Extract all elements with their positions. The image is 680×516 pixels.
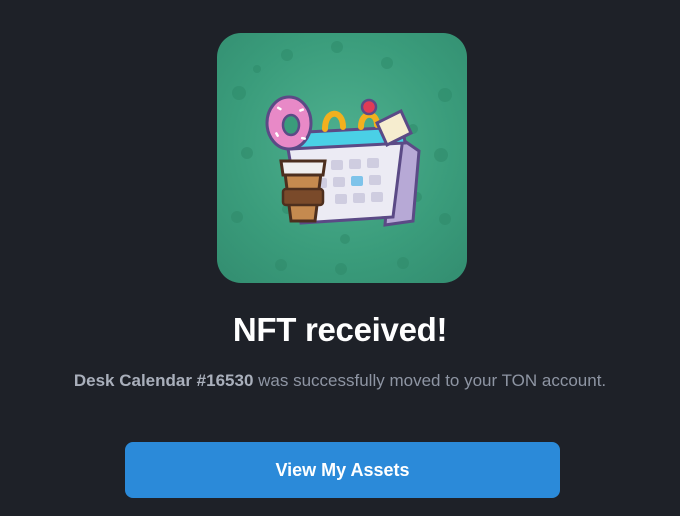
page-title: NFT received! [232,311,448,348]
desk-calendar-icon [231,41,452,275]
status-message-text: was successfully moved to your TON accou… [253,371,607,390]
nft-received-screen: NFT received! Desk Calendar #16530 was s… [0,0,680,516]
nft-name: Desk Calendar #16530 [73,371,254,390]
view-my-assets-button[interactable]: View My Assets [125,442,560,498]
status-message: Desk Calendar #16530 was successfully mo… [0,371,680,391]
nft-image [217,33,467,283]
